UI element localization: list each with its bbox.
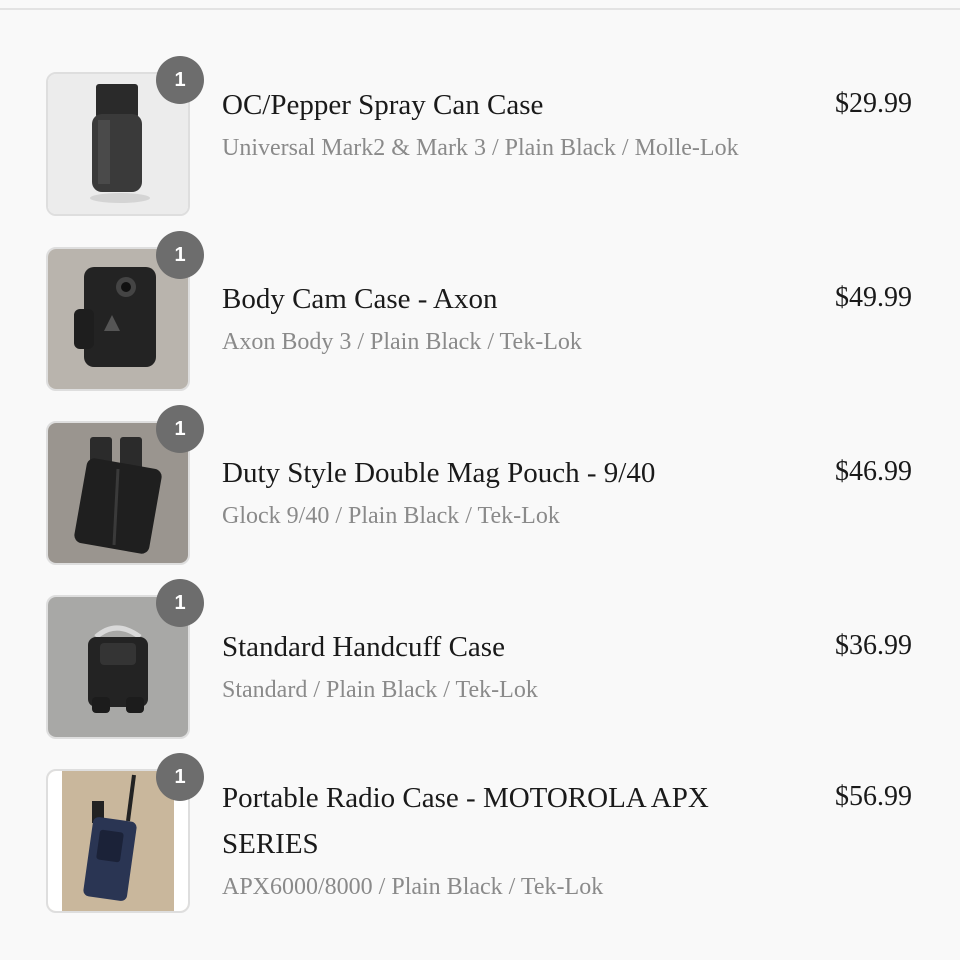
quantity-badge: 1 <box>156 753 204 801</box>
product-thumbnail: 1 <box>46 56 204 216</box>
product-variant: APX6000/8000 / Plain Black / Tek-Lok <box>222 874 604 900</box>
product-title: OC/Pepper Spray Can Case <box>222 89 544 121</box>
order-summary: 1 OC/Pepper Spray Can Case Universal Mar… <box>0 0 960 960</box>
product-title: Standard Handcuff Case <box>222 631 505 663</box>
product-title: Duty Style Double Mag Pouch - 9/40 <box>222 457 656 489</box>
product-thumbnail: 1 <box>46 753 204 913</box>
quantity-badge: 1 <box>156 56 204 104</box>
quantity-badge: 1 <box>156 231 204 279</box>
product-thumbnail: 1 <box>46 579 204 739</box>
product-title: Body Cam Case - Axon <box>222 283 498 315</box>
product-variant: Axon Body 3 / Plain Black / Tek-Lok <box>222 329 582 355</box>
product-title: Portable Radio Case - MOTOROLA APX SERIE… <box>222 782 709 860</box>
quantity-badge: 1 <box>156 405 204 453</box>
top-divider <box>0 0 960 10</box>
product-variant: Glock 9/40 / Plain Black / Tek-Lok <box>222 503 560 529</box>
product-price: $29.99 <box>835 88 912 119</box>
product-variant: Standard / Plain Black / Tek-Lok <box>222 677 538 703</box>
product-thumbnail: 1 <box>46 231 204 391</box>
product-price: $56.99 <box>835 781 912 812</box>
quantity-badge: 1 <box>156 579 204 627</box>
product-variant: Universal Mark2 & Mark 3 / Plain Black /… <box>222 135 739 161</box>
product-price: $46.99 <box>835 456 912 487</box>
product-thumbnail: 1 <box>46 405 204 565</box>
product-price: $49.99 <box>835 282 912 313</box>
product-price: $36.99 <box>835 630 912 661</box>
